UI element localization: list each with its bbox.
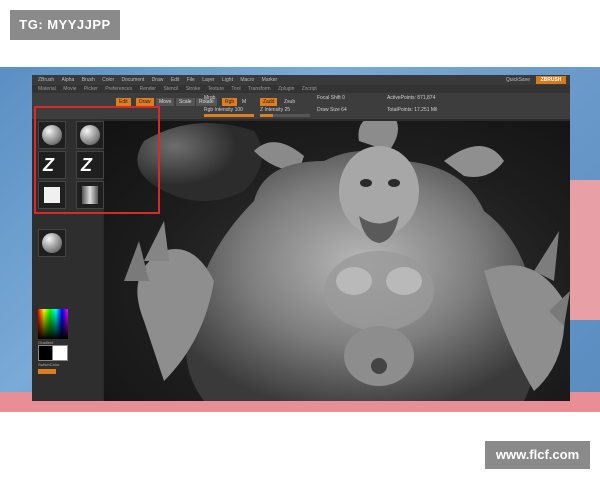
- menu-item[interactable]: Tool: [231, 86, 240, 92]
- watermark-top: TG: MYYJJPP: [10, 10, 120, 40]
- menu-item[interactable]: File: [187, 77, 195, 83]
- menu-item[interactable]: Document: [122, 77, 145, 83]
- menu-item[interactable]: Zscript: [302, 86, 317, 92]
- color-picker[interactable]: [38, 309, 68, 339]
- menu-item[interactable]: Brush: [82, 77, 95, 83]
- rgb-button[interactable]: Rgb: [222, 98, 238, 106]
- menu-item[interactable]: Movie: [63, 86, 76, 92]
- zbrush-window: ZBrush Alpha Brush Color Document Draw E…: [32, 75, 570, 401]
- z-intensity-slider[interactable]: [260, 114, 310, 117]
- menu-item[interactable]: Transform: [248, 86, 271, 92]
- mrgb-label[interactable]: Mrgb: [204, 95, 215, 102]
- background-pink-patch: [568, 180, 600, 320]
- menu-item[interactable]: Stencil: [163, 86, 178, 92]
- edit-mode-button[interactable]: Edit: [116, 98, 131, 106]
- highlighted-thumbnail-group: [34, 106, 160, 214]
- active-points-readout: ActivePoints: 871,874: [387, 95, 436, 101]
- zadd-button[interactable]: Zadd: [260, 98, 278, 106]
- menu-item[interactable]: Edit: [171, 77, 180, 83]
- material-sphere-icon: [42, 233, 62, 253]
- menu-bar: ZBrush Alpha Brush Color Document Draw E…: [32, 75, 570, 85]
- menu-item[interactable]: Preferences: [105, 86, 132, 92]
- z-intensity-label: Z Intensity 25: [260, 107, 291, 113]
- menu-item[interactable]: Layer: [202, 77, 215, 83]
- menu-item[interactable]: Macro: [240, 77, 254, 83]
- menu-item[interactable]: Alpha: [62, 77, 75, 83]
- menu-item[interactable]: Texture: [208, 86, 224, 92]
- canvas-viewport[interactable]: [104, 121, 570, 401]
- menu-item[interactable]: Zplugin: [278, 86, 294, 92]
- menu-item[interactable]: Stroke: [186, 86, 200, 92]
- zsub-button[interactable]: Zsub: [284, 99, 295, 106]
- menu-item[interactable]: Color: [102, 77, 114, 83]
- menu-item[interactable]: Marker: [262, 77, 278, 83]
- rgb-intensity-label: Rgb Intensity 100: [204, 107, 243, 113]
- rgb-intensity-slider[interactable]: [204, 114, 254, 117]
- zbrush-logo: ZBRUSH: [536, 76, 566, 84]
- watermark-bottom: www.flcf.com: [485, 441, 590, 469]
- menu-item[interactable]: Material: [38, 86, 56, 92]
- menu-item[interactable]: Draw: [152, 77, 164, 83]
- total-points-readout: TotalPoints: 17.251 Mil: [387, 107, 438, 113]
- menu-item[interactable]: ZBrush: [38, 77, 54, 83]
- switch-color-label[interactable]: SwitchColor: [38, 362, 59, 367]
- scale-mode-button[interactable]: Scale: [176, 98, 195, 106]
- draw-size-label[interactable]: Draw Size 64: [317, 107, 347, 114]
- alternate-button[interactable]: [38, 369, 56, 374]
- move-mode-button[interactable]: Move: [156, 98, 175, 106]
- menu-item[interactable]: Render: [140, 86, 156, 92]
- menu-item[interactable]: Picker: [84, 86, 98, 92]
- palette-bar: Material Movie Picker Preferences Render…: [32, 85, 570, 93]
- primary-color-swatch[interactable]: [52, 345, 68, 361]
- quicksave-button[interactable]: QuickSave: [506, 75, 530, 85]
- draw-mode-button[interactable]: Draw: [136, 98, 154, 106]
- material-thumbnail[interactable]: [38, 229, 66, 257]
- focal-shift-label[interactable]: Focal Shift 0: [317, 95, 345, 102]
- demon-sculpt-render: [124, 121, 570, 401]
- m-button[interactable]: M: [242, 99, 246, 106]
- menu-item[interactable]: Light: [222, 77, 233, 83]
